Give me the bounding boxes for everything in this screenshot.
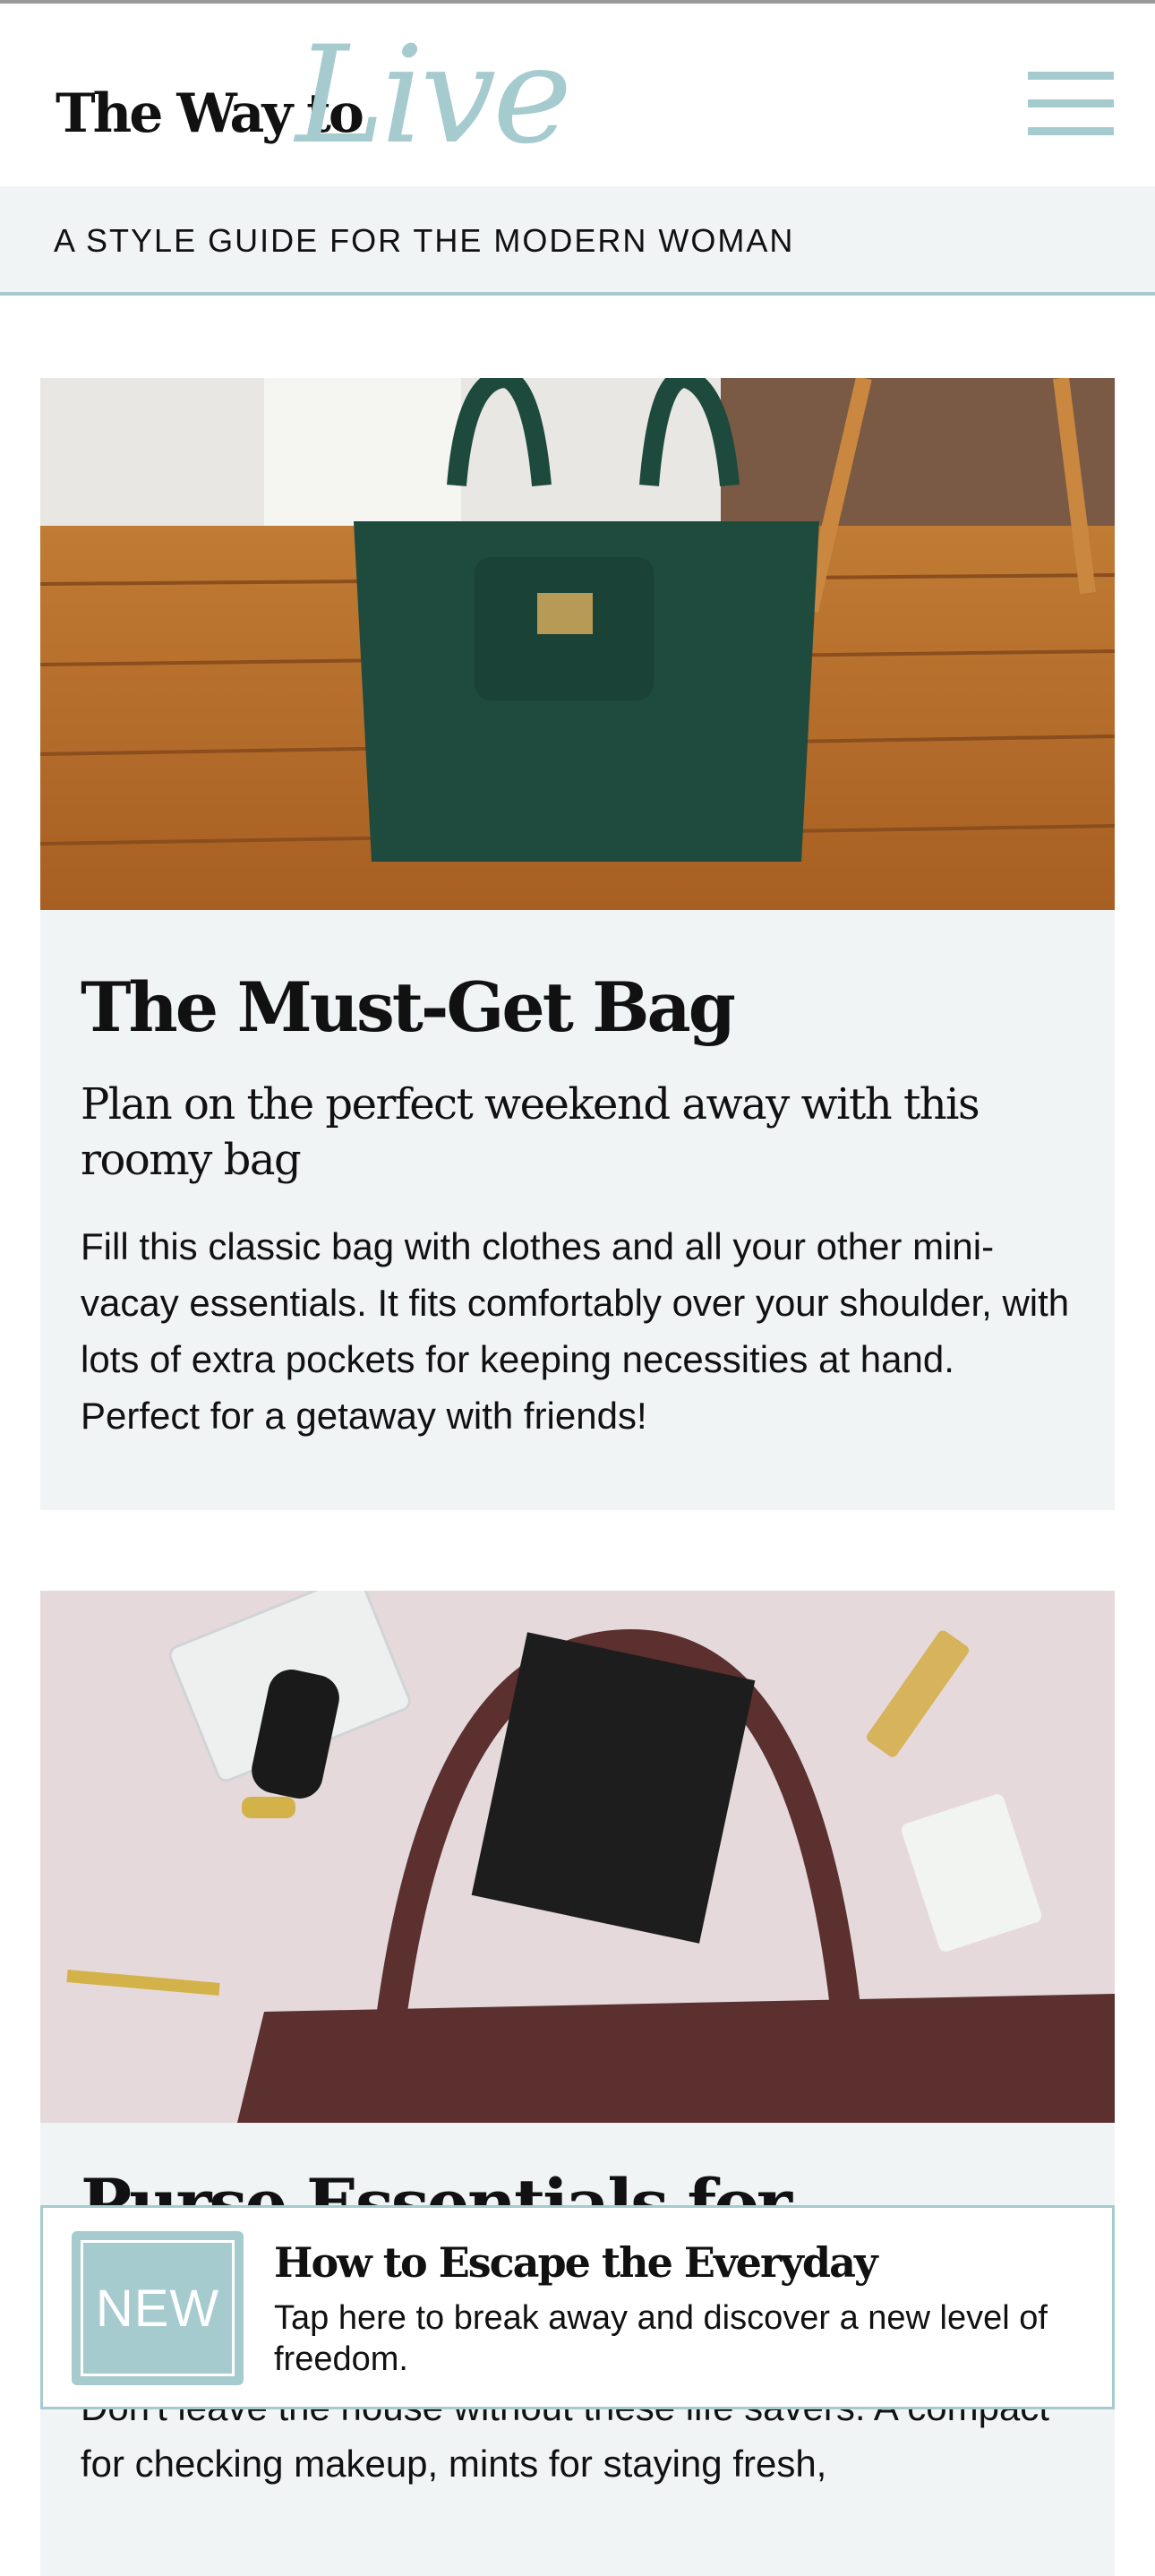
article-title[interactable]: The Must-Get Bag <box>81 967 736 1047</box>
site-logo[interactable]: The Way to Live <box>56 18 593 201</box>
menu-icon[interactable] <box>1028 72 1114 136</box>
new-badge-label: NEW <box>95 2279 220 2338</box>
promo-title: How to Escape the Everyday <box>274 2238 878 2287</box>
article-card[interactable]: The Must-Get Bag Plan on the perfect wee… <box>40 378 1115 1510</box>
new-badge: NEW <box>72 2231 244 2385</box>
promo-text: Tap here to break away and discover a ne… <box>274 2299 1048 2378</box>
article-body: Fill this classic bag with clothes and a… <box>81 1225 1070 1437</box>
new-badge-frame: NEW <box>81 2240 235 2376</box>
promo-banner[interactable]: NEW How to Escape the Everyday Tap here … <box>40 2205 1115 2409</box>
article-image-green-bag <box>40 378 1115 910</box>
article-card[interactable]: Purse Essentials for Don't leave the hou… <box>40 1591 1115 2576</box>
logo-script-text: Live <box>295 18 572 174</box>
tagline-bar: A STYLE GUIDE FOR THE MODERN WOMAN <box>0 186 1155 296</box>
article-image-purse-essentials <box>40 1591 1115 2123</box>
site-tagline: A STYLE GUIDE FOR THE MODERN WOMAN <box>54 222 795 259</box>
site-header: The Way to Live <box>0 4 1155 186</box>
article-subtitle: Plan on the perfect weekend away with th… <box>81 1079 980 1185</box>
